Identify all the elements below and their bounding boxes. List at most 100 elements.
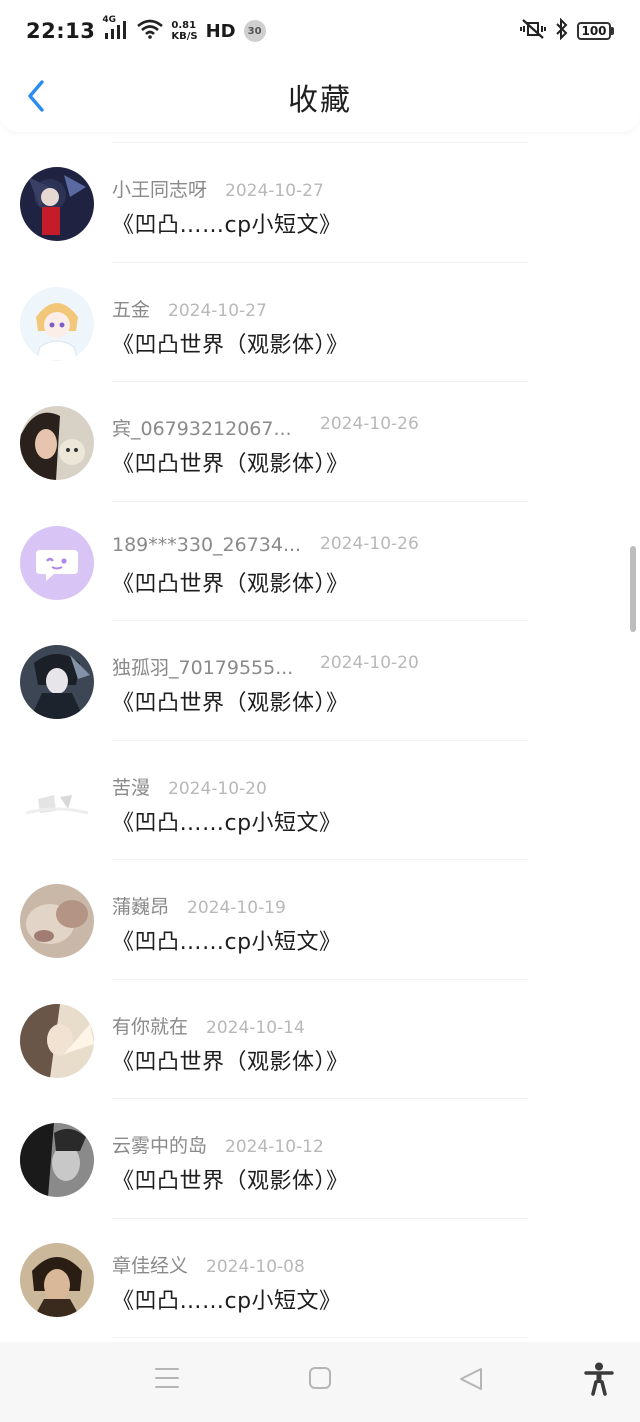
list-item[interactable]: 小王同志呀 2024-10-27 《凹凸……cp小短文》 <box>0 143 640 263</box>
avatar[interactable] <box>20 1003 94 1078</box>
post-title[interactable]: 《凹凸世界（观影体）》 <box>112 1163 620 1195</box>
avatar[interactable] <box>20 764 94 839</box>
back-nav-button[interactable] <box>458 1366 484 1396</box>
status-bar: 22:13 4G 0.81 KB/S HD 30 100 <box>0 0 640 62</box>
user-name[interactable]: 五金 <box>112 295 150 322</box>
list-item[interactable]: 苦漫 2024-10-20 《凹凸……cp小短文》 <box>0 741 640 861</box>
item-text: 五金 2024-10-27 《凹凸世界（观影体）》 <box>112 295 620 359</box>
avatar[interactable] <box>20 645 94 719</box>
item-text: 宾_06793212067... 2024-10-26 《凹凸世界（观影体）》 <box>112 414 620 478</box>
list-item[interactable]: 独孤羽_70179555... 2024-10-20 《凹凸世界（观影体）》 <box>0 621 640 741</box>
post-title[interactable]: 《凹凸世界（观影体）》 <box>112 446 620 478</box>
back-button[interactable] <box>18 78 54 114</box>
item-meta: 独孤羽_70179555... 2024-10-20 <box>112 653 620 679</box>
item-text: 独孤羽_70179555... 2024-10-20 《凹凸世界（观影体）》 <box>112 653 620 717</box>
item-meta: 蒲巍昂 2024-10-19 <box>112 892 620 918</box>
post-date: 2024-10-26 <box>320 533 419 554</box>
item-meta: 有你就在 2024-10-14 <box>112 1012 620 1038</box>
list-item[interactable]: 189***330_26734... 2024-10-26 《凹凸世界（观影体）… <box>0 502 640 622</box>
user-name[interactable]: 小王同志呀 <box>112 175 207 202</box>
accessibility-button[interactable] <box>584 1362 614 1400</box>
menu-icon <box>155 1368 179 1388</box>
back-triangle-icon <box>460 1368 482 1390</box>
avatar[interactable] <box>20 1123 94 1197</box>
avatar[interactable] <box>20 167 94 241</box>
post-date: 2024-10-12 <box>225 1137 324 1157</box>
cellular-signal-icon: 4G <box>102 15 129 41</box>
network-speed: 0.81 KB/S <box>171 20 197 42</box>
network-type: 4G <box>102 15 117 25</box>
accessibility-icon <box>584 1362 614 1396</box>
list-item[interactable]: 宾_06793212067... 2024-10-26 《凹凸世界（观影体）》 <box>0 382 640 502</box>
post-date: 2024-10-27 <box>168 300 267 321</box>
user-name[interactable]: 宾_06793212067... <box>112 414 292 441</box>
post-date: 2024-10-20 <box>320 653 419 673</box>
user-name[interactable]: 蒲巍昂 <box>112 892 169 919</box>
post-title[interactable]: 《凹凸世界（观影体）》 <box>112 685 620 717</box>
item-text: 章佳经义 2024-10-08 《凹凸……cp小短文》 <box>112 1251 620 1315</box>
item-text: 苦漫 2024-10-20 《凹凸……cp小短文》 <box>112 773 620 837</box>
post-date: 2024-10-14 <box>206 1017 305 1038</box>
list-item[interactable]: 有你就在 2024-10-14 《凹凸世界（观影体）》 <box>0 980 640 1100</box>
user-name[interactable]: 189***330_26734... <box>112 534 301 556</box>
user-name[interactable]: 独孤羽_70179555... <box>112 653 293 680</box>
post-date: 2024-10-20 <box>168 778 267 799</box>
post-date: 2024-10-08 <box>206 1256 305 1277</box>
list-scrollbar[interactable] <box>630 546 636 632</box>
home-square-icon <box>309 1367 331 1389</box>
post-title[interactable]: 《凹凸世界（观影体）》 <box>112 566 620 598</box>
avatar[interactable] <box>20 525 94 600</box>
item-meta: 章佳经义 2024-10-08 <box>112 1251 620 1277</box>
chevron-left-icon <box>28 80 44 112</box>
speed-unit: KB/S <box>171 31 198 42</box>
post-date: 2024-10-27 <box>225 181 324 201</box>
avatar[interactable] <box>20 286 94 361</box>
list-item[interactable]: 云雾中的岛 2024-10-12 《凹凸世界（观影体）》 <box>0 1099 640 1219</box>
post-title[interactable]: 《凹凸世界（观影体）》 <box>112 1044 620 1076</box>
avatar[interactable] <box>20 406 94 480</box>
favorites-screen: 22:13 4G 0.81 KB/S HD 30 100 收藏 小王同志呀 20… <box>0 0 640 1422</box>
list-item[interactable]: 蒲巍昂 2024-10-19 《凹凸……cp小短文》 <box>0 860 640 980</box>
list-item[interactable]: 五金 2024-10-27 《凹凸世界（观影体）》 <box>0 263 640 383</box>
item-meta: 189***330_26734... 2024-10-26 <box>112 534 620 560</box>
post-date: 2024-10-26 <box>320 414 419 434</box>
avatar[interactable] <box>20 884 94 958</box>
battery-level: 100 <box>577 22 611 40</box>
item-meta: 五金 2024-10-27 <box>112 295 620 321</box>
mute-vibrate-icon <box>519 18 547 44</box>
hd-indicator: HD <box>205 20 236 42</box>
favorites-list: 小王同志呀 2024-10-27 《凹凸……cp小短文》 五金 2024-10-… <box>0 142 640 1338</box>
item-text: 小王同志呀 2024-10-27 《凹凸……cp小短文》 <box>112 175 620 239</box>
wifi-icon <box>137 19 164 43</box>
system-nav-bar <box>0 1342 640 1422</box>
post-date: 2024-10-19 <box>187 898 286 918</box>
post-title[interactable]: 《凹凸……cp小短文》 <box>112 924 620 956</box>
status-time: 22:13 <box>26 19 96 43</box>
list-item[interactable]: 章佳经义 2024-10-08 《凹凸……cp小短文》 <box>0 1219 640 1339</box>
item-meta: 宾_06793212067... 2024-10-26 <box>112 414 620 440</box>
home-button[interactable] <box>308 1366 332 1394</box>
user-name[interactable]: 章佳经义 <box>112 1251 188 1278</box>
item-text: 189***330_26734... 2024-10-26 《凹凸世界（观影体）… <box>112 534 620 598</box>
battery-icon: 100 <box>577 22 614 40</box>
item-text: 有你就在 2024-10-14 《凹凸世界（观影体）》 <box>112 1012 620 1076</box>
item-meta: 云雾中的岛 2024-10-12 <box>112 1131 620 1157</box>
status-left: 22:13 4G 0.81 KB/S HD 30 <box>26 15 266 43</box>
status-right: 100 <box>519 17 614 44</box>
bluetooth-icon <box>555 17 569 44</box>
avatar[interactable] <box>20 1242 94 1317</box>
post-title[interactable]: 《凹凸……cp小短文》 <box>112 207 620 239</box>
app-header: 收藏 <box>0 62 640 132</box>
item-meta: 小王同志呀 2024-10-27 <box>112 175 620 201</box>
post-title[interactable]: 《凹凸……cp小短文》 <box>112 1283 620 1315</box>
post-title[interactable]: 《凹凸世界（观影体）》 <box>112 327 620 359</box>
user-name[interactable]: 苦漫 <box>112 773 150 800</box>
user-name[interactable]: 云雾中的岛 <box>112 1131 207 1158</box>
post-title[interactable]: 《凹凸……cp小短文》 <box>112 805 620 837</box>
notification-badge: 30 <box>243 20 266 42</box>
battery-tip <box>611 27 614 35</box>
item-meta: 苦漫 2024-10-20 <box>112 773 620 799</box>
item-text: 蒲巍昂 2024-10-19 《凹凸……cp小短文》 <box>112 892 620 956</box>
menu-button[interactable] <box>154 1366 180 1394</box>
user-name[interactable]: 有你就在 <box>112 1012 188 1039</box>
